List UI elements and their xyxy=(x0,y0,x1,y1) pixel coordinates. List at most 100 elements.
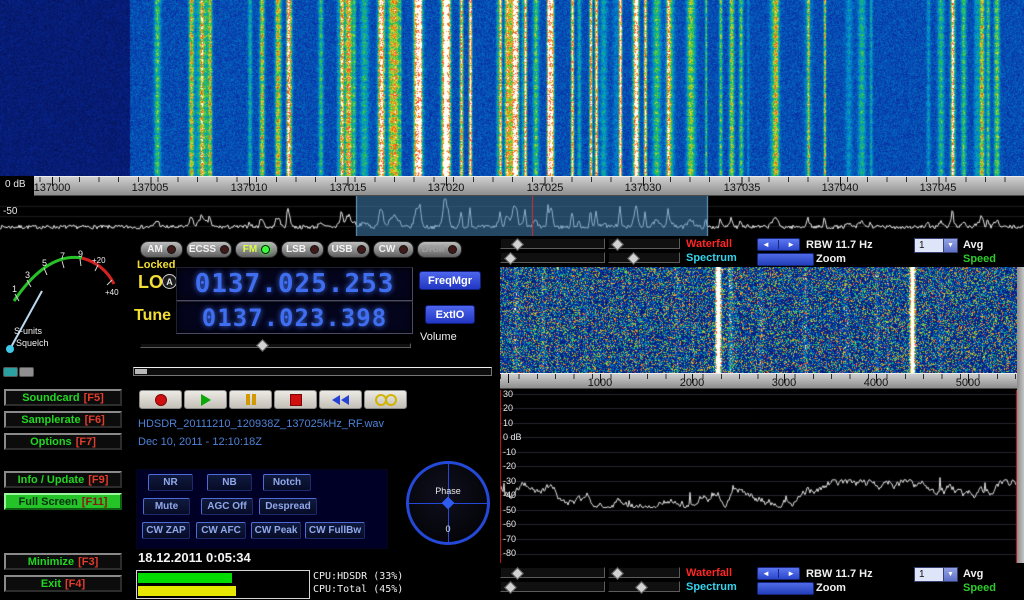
waterfall-brightness-slider[interactable] xyxy=(500,567,605,578)
spectrum-contrast-slider[interactable] xyxy=(608,581,680,592)
despread-button[interactable]: Despread xyxy=(259,498,317,515)
mode-ecss-button[interactable]: ECSS xyxy=(186,241,232,258)
scale-label: 137035 xyxy=(724,182,761,194)
nr-button[interactable]: NR xyxy=(148,474,193,491)
rf-frequency-scale[interactable]: 137000 137005 137010 137015 137020 13702… xyxy=(0,176,1024,196)
squelch-label: Squelch xyxy=(16,338,49,348)
slider-thumb[interactable] xyxy=(511,567,524,580)
svg-text:3: 3 xyxy=(25,270,30,280)
extio-button[interactable]: ExtIO xyxy=(425,305,475,324)
volume-slider-thumb[interactable] xyxy=(256,339,269,352)
zoom-slider[interactable] xyxy=(757,253,814,266)
nb-button[interactable]: NB xyxy=(207,474,252,491)
freqmgr-button[interactable]: FreqMgr xyxy=(419,271,481,290)
cw-zap-button[interactable]: CW ZAP xyxy=(142,522,190,539)
panel-size-button-1[interactable] xyxy=(3,367,18,377)
hdsdr-window: 137000 137005 137010 137015 137020 13702… xyxy=(0,0,1024,600)
cw-afc-button[interactable]: CW AFC xyxy=(196,522,246,539)
soundcard-button[interactable]: Soundcard [F5] xyxy=(4,389,122,406)
audio-frequency-scale[interactable]: 1000 2000 3000 4000 5000 xyxy=(500,373,1017,389)
mode-usb-button[interactable]: USB xyxy=(327,241,370,258)
loop-button[interactable] xyxy=(364,390,407,409)
volume-slider-track[interactable] xyxy=(140,343,411,348)
waterfall-contrast-slider[interactable] xyxy=(608,567,680,578)
chevron-down-icon: ▼ xyxy=(943,568,957,581)
db-tick: 20 xyxy=(503,403,513,413)
samplerate-button[interactable]: Samplerate [F6] xyxy=(4,411,122,428)
options-button[interactable]: Options [F7] xyxy=(4,433,122,450)
exit-button[interactable]: Exit [F4] xyxy=(4,575,122,592)
arrow-right-icon[interactable]: ► xyxy=(787,568,795,579)
avg-select[interactable]: 1 ▼ xyxy=(914,567,958,582)
spectrum-brightness-slider[interactable] xyxy=(500,252,605,263)
mode-lsb-button[interactable]: LSB xyxy=(281,241,324,258)
slider-thumb[interactable] xyxy=(504,252,517,265)
agc-button[interactable]: AGC Off xyxy=(201,498,253,515)
record-button[interactable] xyxy=(139,390,182,409)
cw-peak-button[interactable]: CW Peak xyxy=(251,522,301,539)
notch-button[interactable]: Notch xyxy=(263,474,311,491)
rewind-button[interactable] xyxy=(319,390,362,409)
spectrum-brightness-slider[interactable] xyxy=(500,581,605,592)
phase-marker-icon xyxy=(442,497,455,510)
despread-label: Despread xyxy=(265,501,311,512)
info-update-label: Info / Update xyxy=(18,474,85,486)
slider-thumb[interactable] xyxy=(511,238,524,251)
play-button[interactable] xyxy=(184,390,227,409)
slider-thumb[interactable] xyxy=(504,581,517,594)
slider-thumb[interactable] xyxy=(635,581,648,594)
mode-ecss-led-icon xyxy=(220,245,229,254)
avg-select[interactable]: 1 ▼ xyxy=(914,238,958,253)
arrow-right-icon[interactable]: ► xyxy=(787,239,795,250)
nb-label: NB xyxy=(222,477,236,488)
mode-drm-button[interactable]: DRM xyxy=(417,241,462,258)
slider-thumb[interactable] xyxy=(611,567,624,580)
slider-thumb[interactable] xyxy=(627,252,640,265)
mute-button[interactable]: Mute xyxy=(143,498,190,515)
playback-position-thumb[interactable] xyxy=(135,369,147,374)
tune-frequency-display[interactable]: 0137.023.398 xyxy=(176,301,413,334)
pan-spinner[interactable]: ◄ ► xyxy=(757,567,800,580)
audio-waterfall-canvas[interactable] xyxy=(500,267,1017,373)
mode-cw-button[interactable]: CW xyxy=(373,241,414,258)
vfo-a-badge[interactable]: A xyxy=(162,274,177,289)
stop-button[interactable] xyxy=(274,390,317,409)
volume-slider[interactable] xyxy=(140,339,411,351)
mode-am-button[interactable]: AM xyxy=(140,241,183,258)
fullscreen-button[interactable]: Full Screen [F11] xyxy=(4,493,122,510)
db-tick: 10 xyxy=(503,418,513,428)
phase-indicator: Phase 0 xyxy=(406,461,490,545)
slider-thumb[interactable] xyxy=(611,238,624,251)
zoom-slider[interactable] xyxy=(757,582,814,595)
svg-text:5: 5 xyxy=(42,258,47,268)
pan-spinner[interactable]: ◄ ► xyxy=(757,238,800,251)
db-label-0: 0 dB xyxy=(5,179,26,190)
info-update-key: [F9] xyxy=(88,474,108,486)
waterfall-contrast-slider[interactable] xyxy=(608,238,680,249)
wav-filename: HDSDR_20111210_120938Z_137025kHz_RF.wav xyxy=(138,418,384,430)
scale-label: 137040 xyxy=(822,182,859,194)
rf-spectrum-canvas[interactable] xyxy=(0,196,1024,236)
rf-waterfall-canvas[interactable] xyxy=(0,0,1024,176)
cpu-total-bar xyxy=(138,586,236,596)
arrow-left-icon[interactable]: ◄ xyxy=(762,239,770,250)
right-resize-gutter[interactable] xyxy=(1017,267,1024,563)
lo-frequency-display[interactable]: 0137.025.253 xyxy=(176,267,413,301)
soundcard-key: [F5] xyxy=(84,392,104,404)
cpu-meter xyxy=(136,570,310,599)
minimize-button[interactable]: Minimize [F3] xyxy=(4,553,122,570)
scale-label: 137000 xyxy=(34,182,71,194)
panel-size-button-2[interactable] xyxy=(19,367,34,377)
avg-label: Avg xyxy=(963,239,983,251)
audio-spectrum-canvas[interactable] xyxy=(500,390,1017,563)
mode-fm-button[interactable]: FM xyxy=(235,241,278,258)
info-update-button[interactable]: Info / Update [F9] xyxy=(4,471,122,488)
spectrum-contrast-slider[interactable] xyxy=(608,252,680,263)
pause-button[interactable] xyxy=(229,390,272,409)
mode-lsb-label: LSB xyxy=(286,244,306,255)
nr-label: NR xyxy=(163,477,177,488)
cw-fullbw-button[interactable]: CW FullBw xyxy=(305,522,365,539)
waterfall-brightness-slider[interactable] xyxy=(500,238,605,249)
arrow-left-icon[interactable]: ◄ xyxy=(762,568,770,579)
playback-position-slider[interactable] xyxy=(133,367,492,376)
